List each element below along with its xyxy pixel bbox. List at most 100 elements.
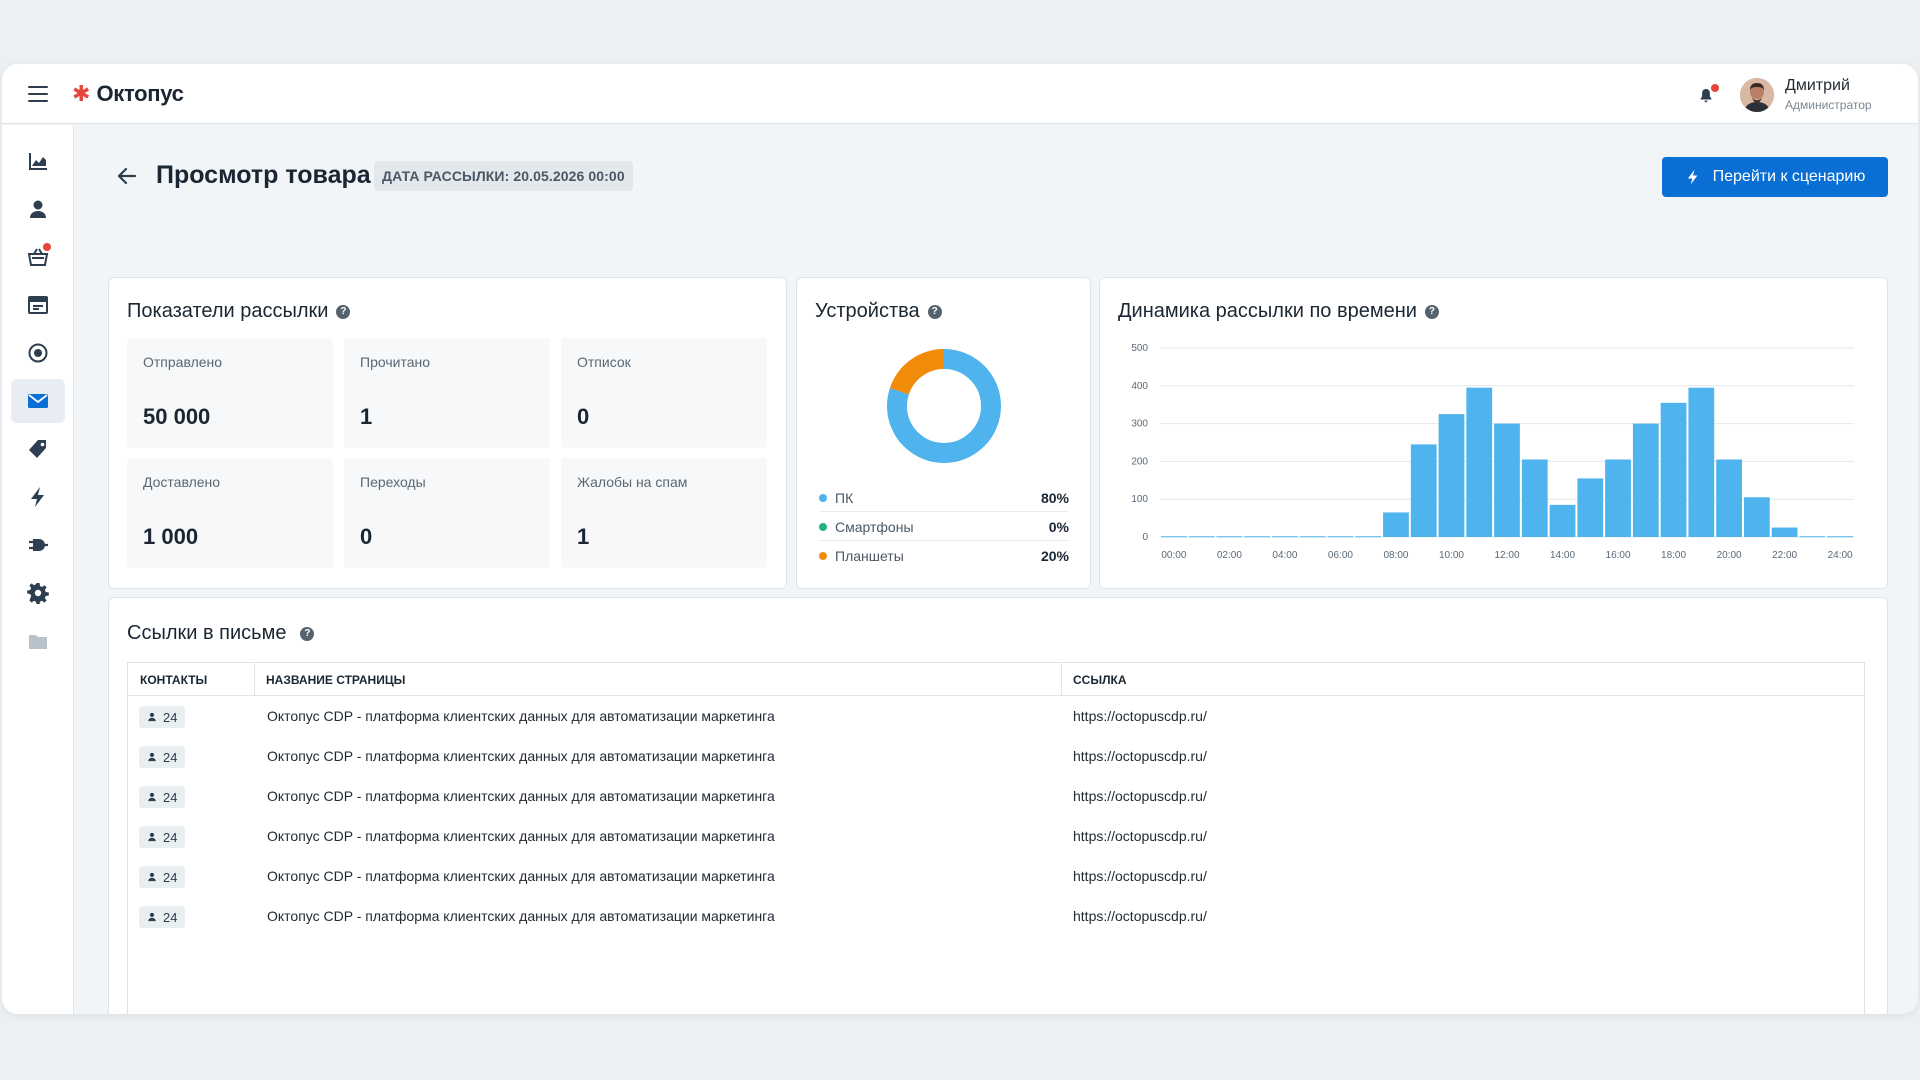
contacts-badge[interactable]: 24 — [139, 906, 186, 928]
page-link[interactable]: https://octopuscdp.ru/ — [1073, 868, 1207, 884]
table-row[interactable]: 24 Октопус CDP - платформа клиентских дан… — [128, 697, 1864, 737]
bar[interactable] — [1383, 512, 1409, 537]
page-link[interactable]: https://octopuscdp.ru/ — [1073, 828, 1207, 844]
legend-percent: 0% — [1048, 518, 1069, 535]
contacts-badge[interactable]: 24 — [139, 746, 186, 768]
bar[interactable] — [1161, 536, 1187, 538]
page-link[interactable]: https://octopuscdp.ru/ — [1073, 708, 1207, 724]
sidebar-item-mailings[interactable] — [11, 379, 65, 423]
user-icon — [148, 792, 156, 802]
bar[interactable] — [1660, 402, 1687, 537]
bar[interactable] — [1799, 536, 1826, 538]
x-tick-label: 22:00 — [1772, 550, 1797, 561]
contacts-badge[interactable]: 24 — [139, 826, 186, 848]
x-tick-label: 12:00 — [1494, 550, 1519, 561]
legend-label: Планшеты — [835, 548, 904, 564]
bar[interactable] — [1466, 387, 1493, 537]
x-tick-label: 04:00 — [1272, 550, 1297, 561]
bar[interactable] — [1827, 536, 1853, 538]
plug-icon — [29, 539, 48, 551]
user-icon — [148, 832, 156, 842]
table-row[interactable]: 24 Октопус CDP - платформа клиентских дан… — [128, 817, 1864, 857]
page-title: Просмотр товара — [156, 161, 371, 189]
table-header: КОНТАКТЫ НАЗВАНИЕ СТРАНИЦЫ ССЫЛКА — [128, 663, 1864, 696]
bar[interactable] — [1549, 504, 1576, 537]
page-link[interactable]: https://octopuscdp.ru/ — [1073, 908, 1207, 924]
bar[interactable] — [1216, 536, 1243, 538]
x-tick-label: 10:00 — [1439, 550, 1464, 561]
x-tick-label: 06:00 — [1328, 550, 1353, 561]
bar[interactable] — [1688, 387, 1715, 537]
help-icon[interactable]: ? — [336, 304, 351, 319]
devices-title-text: Устройства — [815, 300, 920, 322]
table-row[interactable]: 24 Октопус CDP - платформа клиентских дан… — [128, 897, 1864, 937]
contacts-badge[interactable]: 24 — [139, 866, 186, 888]
bar[interactable] — [1494, 423, 1520, 537]
y-tick-label: 200 — [1131, 456, 1148, 467]
mail-icon — [28, 394, 48, 408]
sidebar-item-scenarios[interactable] — [11, 475, 65, 519]
stat-value: 0 — [577, 404, 590, 429]
bar[interactable] — [1244, 536, 1271, 538]
column-header-page-name[interactable]: НАЗВАНИЕ СТРАНИЦЫ — [254, 663, 405, 696]
bar[interactable] — [1743, 497, 1770, 537]
bar[interactable] — [1605, 459, 1631, 537]
x-tick-label: 20:00 — [1717, 550, 1742, 561]
devices-donut-chart — [887, 349, 1001, 463]
bolt-icon — [1687, 169, 1697, 185]
help-icon[interactable]: ? — [300, 626, 315, 641]
bar[interactable] — [1327, 536, 1354, 538]
user-icon — [148, 872, 156, 882]
bar[interactable] — [1410, 444, 1437, 537]
sidebar-item-analytics[interactable] — [11, 139, 65, 183]
go-to-scenario-button[interactable]: Перейти к сценарию — [1662, 157, 1888, 197]
bar[interactable] — [1188, 536, 1215, 538]
menu-icon[interactable] — [28, 86, 48, 102]
bar[interactable] — [1577, 478, 1604, 537]
bar[interactable] — [1272, 536, 1298, 538]
table-row[interactable]: 24 Октопус CDP - платформа клиентских дан… — [128, 737, 1864, 777]
contacts-badge[interactable]: 24 — [139, 706, 186, 728]
bar[interactable] — [1521, 459, 1548, 537]
bar[interactable] — [1632, 423, 1659, 537]
sidebar-item-shop[interactable] — [11, 235, 65, 279]
links-title-text: Ссылки в письме — [127, 622, 287, 644]
help-icon[interactable]: ? — [1424, 304, 1439, 319]
sidebar-item-settings[interactable] — [11, 571, 65, 615]
page-name: Октопус CDP - платформа клиентских данны… — [267, 788, 775, 804]
bar[interactable] — [1355, 536, 1382, 538]
page-link[interactable]: https://octopuscdp.ru/ — [1073, 788, 1207, 804]
bar[interactable] — [1438, 414, 1465, 537]
sidebar-item-target[interactable] — [11, 331, 65, 375]
y-tick-label: 500 — [1131, 343, 1148, 354]
contacts-count: 24 — [163, 909, 178, 925]
column-header-link[interactable]: ССЫЛКА — [1061, 663, 1127, 696]
stat-label: Прочитано — [360, 354, 430, 370]
avatar[interactable] — [1740, 78, 1774, 112]
table-row[interactable]: 24 Октопус CDP - платформа клиентских дан… — [128, 777, 1864, 817]
bar[interactable] — [1771, 527, 1798, 537]
sidebar-item-contacts[interactable] — [11, 187, 65, 231]
sidebar-item-files[interactable] — [11, 619, 65, 663]
sidebar-item-tags[interactable] — [11, 427, 65, 471]
notification-dot — [1711, 84, 1719, 92]
sidebar-item-integrations[interactable] — [11, 523, 65, 567]
back-arrow-icon[interactable] — [116, 165, 138, 187]
stat-label: Жалобы на спам — [577, 474, 688, 490]
bar[interactable] — [1299, 536, 1326, 538]
page-name: Октопус CDP - платформа клиентских данны… — [267, 748, 775, 764]
table-row[interactable]: 24 Октопус CDP - платформа клиентских дан… — [128, 857, 1864, 897]
bar[interactable] — [1716, 459, 1742, 537]
page-link[interactable]: https://octopuscdp.ru/ — [1073, 748, 1207, 764]
date-badge: ДАТА РАССЫЛКИ: 20.05.2026 00:00 — [374, 161, 633, 191]
page-name: Октопус CDP - платформа клиентских данны… — [267, 708, 775, 724]
logo[interactable]: ✱ Октопус — [72, 81, 184, 107]
bell-icon[interactable] — [1699, 84, 1719, 104]
stat-label: Переходы — [360, 474, 426, 490]
stat-spam-complaints: Жалобы на спам 1 — [561, 458, 767, 568]
help-icon[interactable]: ? — [927, 304, 942, 319]
column-header-contacts[interactable]: КОНТАКТЫ — [128, 663, 207, 696]
contacts-badge[interactable]: 24 — [139, 786, 186, 808]
legend-item-pc: ПК 80% — [819, 484, 1069, 512]
sidebar-item-calendar[interactable] — [11, 283, 65, 327]
